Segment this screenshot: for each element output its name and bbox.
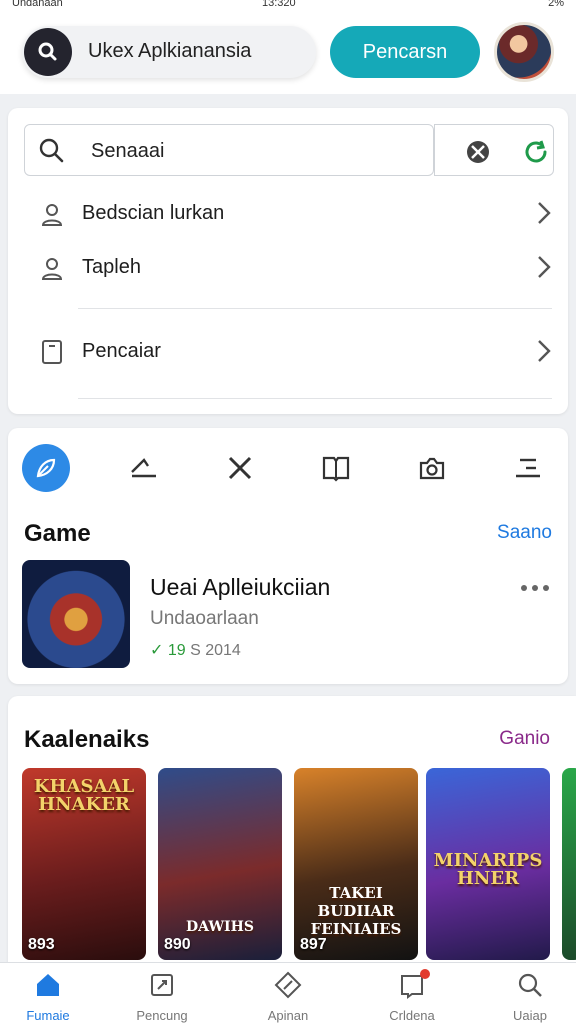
search-icon: [516, 973, 544, 1003]
app-date: S 2014: [190, 642, 241, 659]
search-icon: [37, 136, 67, 171]
tile-caption: 890: [164, 936, 191, 953]
status-bar: Undanaan 13:320 2%: [0, 0, 576, 12]
diamond-icon: [274, 971, 302, 1003]
section-title-categories: Kaalenaiks: [24, 726, 150, 753]
chevron-right-icon: [534, 198, 554, 233]
camera-icon[interactable]: [408, 444, 456, 492]
app-thumbnail[interactable]: [22, 560, 130, 668]
list-item[interactable]: Bedscian lurkan: [24, 190, 554, 236]
search-card: Senaaai Bedscian lurkan Tapleh Pencaiar: [8, 108, 568, 414]
search-input[interactable]: Senaaai: [24, 124, 434, 176]
header-search-pill[interactable]: Ukex Aplkianansia: [22, 26, 316, 78]
tablet-icon: [38, 338, 66, 371]
categories-card: Kaalenaiks Ganio KHASAAL HNAKER 893 DAWI…: [8, 696, 576, 964]
status-left: Undanaan: [12, 0, 63, 9]
game-tile[interactable]: DAWIHS 890: [158, 768, 282, 960]
chevron-right-icon: [534, 252, 554, 287]
list-item-label: Tapleh: [82, 256, 141, 278]
app-rating: 19: [167, 642, 186, 659]
refresh-icon[interactable]: [521, 137, 551, 172]
game-tile[interactable]: TAKEI BUDIIAR FEINIAIES 897: [294, 768, 418, 960]
book-icon[interactable]: [312, 444, 360, 492]
game-tile[interactable]: [562, 768, 576, 960]
tile-title: KHASAAL HNAKER: [33, 776, 135, 815]
divider: [78, 308, 552, 309]
nav-label: Fumaie: [26, 1008, 70, 1023]
header-search-text: Ukex Aplkianansia: [88, 40, 252, 62]
game-tile[interactable]: MINARIPS HNER: [426, 768, 550, 960]
nav-label: Uaiap: [513, 1008, 547, 1023]
rating-icon: ✓: [150, 642, 164, 659]
see-all-link[interactable]: Saano: [497, 522, 552, 544]
magic-icon[interactable]: [463, 137, 493, 172]
nav-home[interactable]: Fumaie: [8, 971, 88, 1023]
notification-badge: [420, 969, 430, 979]
search-icon: [24, 28, 72, 76]
more-options-icon[interactable]: [520, 580, 550, 598]
person-icon: [38, 200, 66, 233]
app-subtitle: Undaoarlaan: [150, 608, 259, 629]
section-title-game: Game: [24, 520, 91, 547]
bottom-nav: Fumaie Pencung Apinan Crldena Uaiap: [0, 962, 576, 1024]
category-icon-row: [22, 444, 552, 492]
app-header: Ukex Aplkianansia Pencarsn: [0, 12, 576, 94]
tile-caption: 893: [28, 936, 55, 953]
tile-subtitle: DAWIHS: [186, 919, 254, 935]
chevron-right-icon: [534, 336, 554, 371]
nav-apinan[interactable]: Apinan: [248, 971, 328, 1023]
search-tools: [434, 124, 554, 176]
home-icon: [34, 974, 62, 1003]
nav-label: Pencung: [136, 1008, 188, 1023]
list-item[interactable]: Tapleh: [24, 244, 554, 290]
frame-icon: [148, 974, 176, 1003]
status-time: 13:320: [262, 0, 296, 9]
tile-title: MINARIPS HNER: [433, 850, 543, 889]
nav-label: Crldena: [389, 1008, 435, 1023]
categories-link[interactable]: Ganio: [499, 728, 550, 750]
search-button[interactable]: Pencarsn: [330, 26, 480, 78]
book-icon: [398, 975, 426, 1003]
tile-caption: 897: [300, 936, 327, 953]
status-battery: 2%: [548, 0, 564, 9]
list-item[interactable]: Pencaiar: [24, 328, 554, 374]
avatar-icon[interactable]: [494, 22, 554, 82]
list-item-label: Pencaiar: [82, 340, 161, 362]
tools-icon[interactable]: [216, 444, 264, 492]
arrow-icon[interactable]: [120, 444, 168, 492]
app-title[interactable]: Ueai Aplleiukciian: [150, 574, 330, 601]
list-item-label: Bedscian lurkan: [82, 202, 225, 224]
nav-label: Apinan: [267, 1008, 309, 1023]
menu-icon[interactable]: [504, 444, 552, 492]
nav-pencung[interactable]: Pencung: [122, 971, 202, 1023]
tile-title: TAKEI BUDIIAR FEINIAIES: [310, 884, 402, 938]
nav-crldena[interactable]: Crldena: [372, 969, 452, 1023]
game-tile[interactable]: KHASAAL HNAKER 893: [22, 768, 146, 960]
search-placeholder: Senaaai: [91, 140, 165, 162]
person-icon: [38, 254, 66, 287]
feather-icon[interactable]: [22, 444, 70, 492]
app-meta: ✓ 19 S 2014: [150, 640, 241, 660]
featured-card: Game Saano Ueai Aplleiukciian Undaoarlaa…: [8, 428, 568, 684]
nav-search[interactable]: Uaiap: [490, 971, 570, 1023]
divider: [78, 398, 552, 399]
